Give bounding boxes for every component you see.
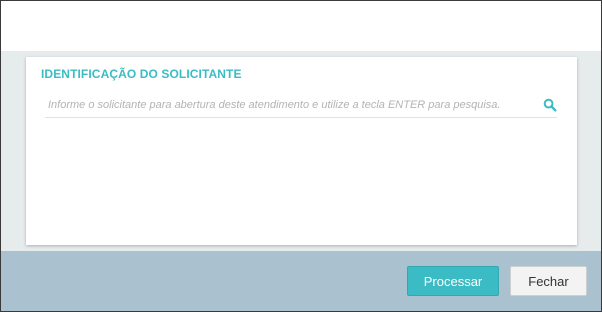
requester-identification-modal: IDENTIFICAÇÃO DO SOLICITANTE Processar F… <box>0 0 602 312</box>
modal-body: IDENTIFICAÇÃO DO SOLICITANTE <box>1 51 601 251</box>
search-icon-glyph <box>543 98 557 112</box>
search-icon[interactable] <box>543 98 557 112</box>
requester-card: IDENTIFICAÇÃO DO SOLICITANTE <box>26 57 577 245</box>
section-title: IDENTIFICAÇÃO DO SOLICITANTE <box>41 67 242 81</box>
modal-header <box>1 1 601 51</box>
close-button[interactable]: Fechar <box>510 266 587 296</box>
process-button[interactable]: Processar <box>407 266 499 296</box>
requester-search-input[interactable] <box>45 95 542 115</box>
modal-footer: Processar Fechar <box>1 251 601 311</box>
requester-search <box>45 95 557 118</box>
